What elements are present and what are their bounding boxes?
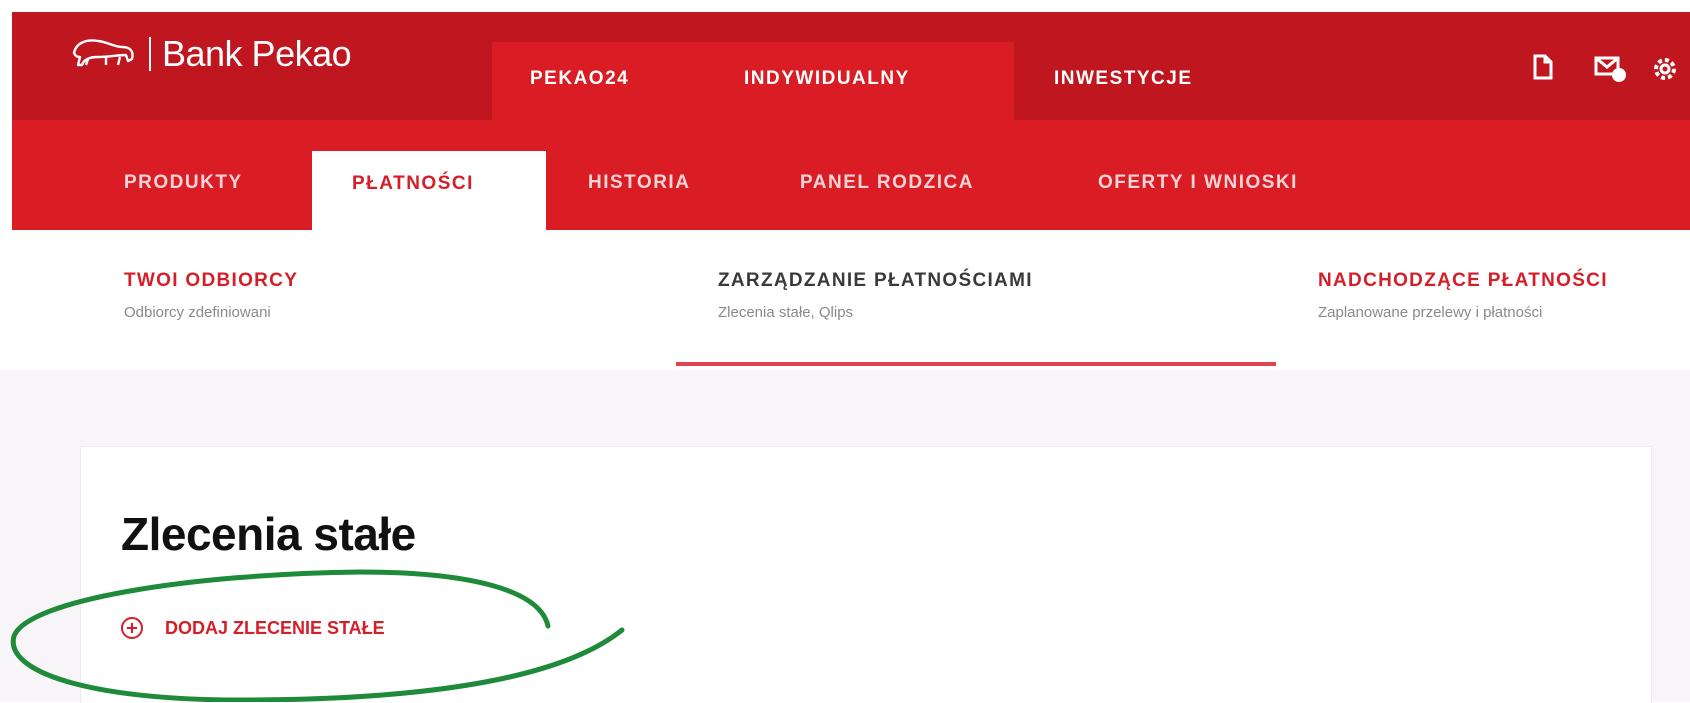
- section-zarzadzanie-platnosciami[interactable]: ZARZĄDZANIE PŁATNOŚCIAMI Zlecenia stałe,…: [718, 270, 1033, 321]
- document-icon[interactable]: [1532, 54, 1554, 85]
- top-icons: [1490, 48, 1690, 88]
- tab-historia[interactable]: HISTORIA: [588, 172, 690, 194]
- message-icon[interactable]: [1594, 54, 1628, 89]
- tab-oferty-i-wnioski[interactable]: OFERTY I WNIOSKI: [1098, 172, 1298, 194]
- section-title: TWOI ODBIORCY: [124, 270, 299, 291]
- section-twoi-odbiorcy[interactable]: TWOI ODBIORCY Odbiorcy zdefiniowani: [124, 270, 298, 321]
- segment-indywidualny[interactable]: INDYWIDUALNY: [744, 68, 910, 90]
- tab-produkty[interactable]: PRODUKTY: [124, 172, 243, 194]
- settings-icon[interactable]: [1650, 54, 1680, 89]
- section-title: ZARZĄDZANIE PŁATNOŚCIAMI: [718, 270, 1033, 291]
- bison-logo-icon: [72, 37, 151, 71]
- section-nadchodzace-platnosci[interactable]: NADCHODZĄCE PŁATNOŚCI Zaplanowane przele…: [1318, 270, 1608, 321]
- page-title: Zlecenia stałe: [121, 508, 416, 560]
- bank-name: Bank Pekao: [162, 33, 352, 74]
- tab-platnosci[interactable]: PŁATNOŚCI: [312, 151, 546, 230]
- plus-circle-icon: [121, 617, 143, 639]
- section-nav: TWOI ODBIORCY Odbiorcy zdefiniowani ZARZ…: [0, 230, 1690, 370]
- section-subtitle: Odbiorcy zdefiniowani: [124, 304, 271, 321]
- section-title: NADCHODZĄCE PŁATNOŚCI: [1318, 270, 1608, 291]
- tab-panel-rodzica[interactable]: PANEL RODZICA: [800, 172, 974, 194]
- standing-orders-card: Zlecenia stałe DODAJ ZLECENIE STAŁE: [80, 446, 1652, 703]
- section-subtitle: Zaplanowane przelewy i płatności: [1318, 304, 1543, 321]
- tab-platnosci-label: PŁATNOŚCI: [352, 173, 474, 194]
- active-section-underline: [676, 362, 1276, 366]
- add-standing-order-button[interactable]: DODAJ ZLECENIE STAŁE: [121, 617, 385, 639]
- segment-inwestycje[interactable]: INWESTYCJE: [1054, 68, 1193, 90]
- bank-logo[interactable]: Bank Pekao: [68, 33, 352, 74]
- add-standing-order-label: DODAJ ZLECENIE STAŁE: [165, 617, 385, 638]
- section-subtitle: Zlecenia stałe, Qlips: [718, 304, 854, 321]
- segment-pekao24[interactable]: PEKAO24: [530, 68, 629, 90]
